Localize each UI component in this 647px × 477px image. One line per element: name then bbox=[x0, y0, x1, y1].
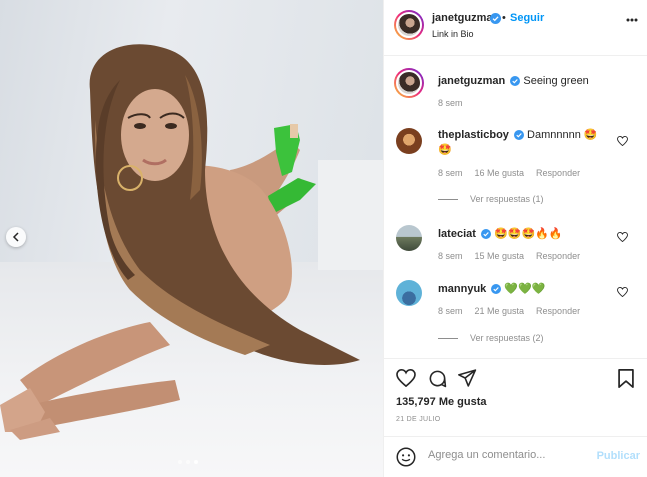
post-media[interactable] bbox=[0, 0, 383, 477]
comment-likes[interactable]: 21 Me gusta bbox=[475, 306, 525, 316]
carousel-indicators bbox=[178, 460, 198, 464]
caption-meta: 8 sem bbox=[438, 98, 463, 108]
post-side-panel: janetguzman • Seguir Link in Bio janetgu… bbox=[383, 0, 647, 477]
post-header: janetguzman • Seguir Link in Bio bbox=[384, 0, 647, 56]
comment-likes[interactable]: 16 Me gusta bbox=[475, 168, 525, 178]
view-replies-button[interactable]: Ver respuestas (1) bbox=[438, 194, 544, 204]
caption-avatar[interactable] bbox=[394, 68, 424, 98]
heart-icon[interactable] bbox=[617, 232, 628, 242]
comment-meta: 8 sem 21 Me gusta Responder bbox=[438, 306, 580, 316]
caption-text: janetguzman Seeing green bbox=[438, 74, 608, 89]
avatar[interactable] bbox=[396, 280, 422, 306]
comment-time[interactable]: 8 sem bbox=[438, 251, 463, 261]
carousel-prev-button[interactable] bbox=[6, 227, 26, 247]
post-actions: 135,797 Me gusta 21 DE JULIO bbox=[384, 358, 647, 428]
comments-list[interactable]: janetguzman Seeing green 8 sem theplasti… bbox=[384, 56, 647, 356]
comment-composer: Publicar bbox=[384, 436, 647, 477]
view-replies-label: Ver respuestas (1) bbox=[470, 194, 544, 204]
caption-time[interactable]: 8 sem bbox=[438, 98, 463, 108]
share-icon[interactable] bbox=[458, 369, 477, 387]
comment-username[interactable]: mannyuk bbox=[438, 283, 486, 295]
reply-button[interactable]: Responder bbox=[536, 168, 580, 178]
comment-meta: 8 sem 16 Me gusta Responder bbox=[438, 168, 580, 178]
likes-count[interactable]: 135,797 Me gusta bbox=[396, 396, 487, 408]
comment-username[interactable]: lateciat bbox=[438, 228, 476, 240]
comment-text: theplasticboy Damnnnnn 🤩🤩 bbox=[438, 128, 608, 158]
view-replies-button[interactable]: Ver respuestas (2) bbox=[438, 333, 544, 343]
verified-badge-icon bbox=[491, 284, 502, 294]
publish-button[interactable]: Publicar bbox=[597, 450, 640, 462]
verified-badge-icon bbox=[480, 229, 491, 239]
comment-likes[interactable]: 15 Me gusta bbox=[475, 251, 525, 261]
caption-body: Seeing green bbox=[523, 75, 589, 87]
carousel-dot bbox=[178, 460, 182, 464]
bookmark-icon[interactable] bbox=[618, 369, 634, 388]
comment-time[interactable]: 8 sem bbox=[438, 168, 463, 178]
reply-button[interactable]: Responder bbox=[536, 251, 580, 261]
reply-button[interactable]: Responder bbox=[536, 306, 580, 316]
comment-input[interactable] bbox=[428, 449, 588, 461]
avatar[interactable] bbox=[394, 10, 424, 40]
comment-text: lateciat 🤩🤩🤩🔥🔥 bbox=[438, 227, 608, 242]
verified-badge-icon bbox=[490, 13, 501, 24]
carousel-dot bbox=[186, 460, 190, 464]
comment-time[interactable]: 8 sem bbox=[438, 306, 463, 316]
comment-body: 💚💚💚 bbox=[504, 283, 546, 295]
follow-button[interactable]: Seguir bbox=[510, 12, 544, 24]
post-photo bbox=[0, 44, 383, 440]
view-replies-label: Ver respuestas (2) bbox=[470, 333, 544, 343]
heart-icon[interactable] bbox=[617, 136, 628, 146]
carousel-dot-active bbox=[194, 460, 198, 464]
comment-text: mannyuk 💚💚💚 bbox=[438, 282, 608, 297]
comment-icon[interactable] bbox=[428, 369, 447, 388]
caption-username[interactable]: janetguzman bbox=[438, 75, 505, 87]
comment-username[interactable]: theplasticboy bbox=[438, 129, 509, 141]
comment-body: 🤩🤩🤩🔥🔥 bbox=[494, 228, 563, 240]
verified-badge-icon bbox=[510, 76, 521, 86]
heart-icon[interactable] bbox=[396, 369, 416, 387]
post-date[interactable]: 21 DE JULIO bbox=[396, 416, 441, 423]
heart-icon[interactable] bbox=[617, 287, 628, 297]
comment-meta: 8 sem 15 Me gusta Responder bbox=[438, 251, 580, 261]
header-subline: Link in Bio bbox=[432, 29, 474, 39]
replies-divider bbox=[438, 337, 458, 339]
verified-badge-icon bbox=[513, 130, 524, 140]
avatar[interactable] bbox=[396, 128, 422, 154]
instagram-post: janetguzman • Seguir Link in Bio janetgu… bbox=[0, 0, 647, 477]
avatar[interactable] bbox=[396, 225, 422, 251]
more-options-icon[interactable] bbox=[626, 18, 638, 22]
emoji-icon[interactable] bbox=[396, 447, 416, 467]
replies-divider bbox=[438, 198, 458, 200]
chevron-left-icon bbox=[12, 232, 19, 242]
header-separator: • bbox=[502, 12, 506, 24]
